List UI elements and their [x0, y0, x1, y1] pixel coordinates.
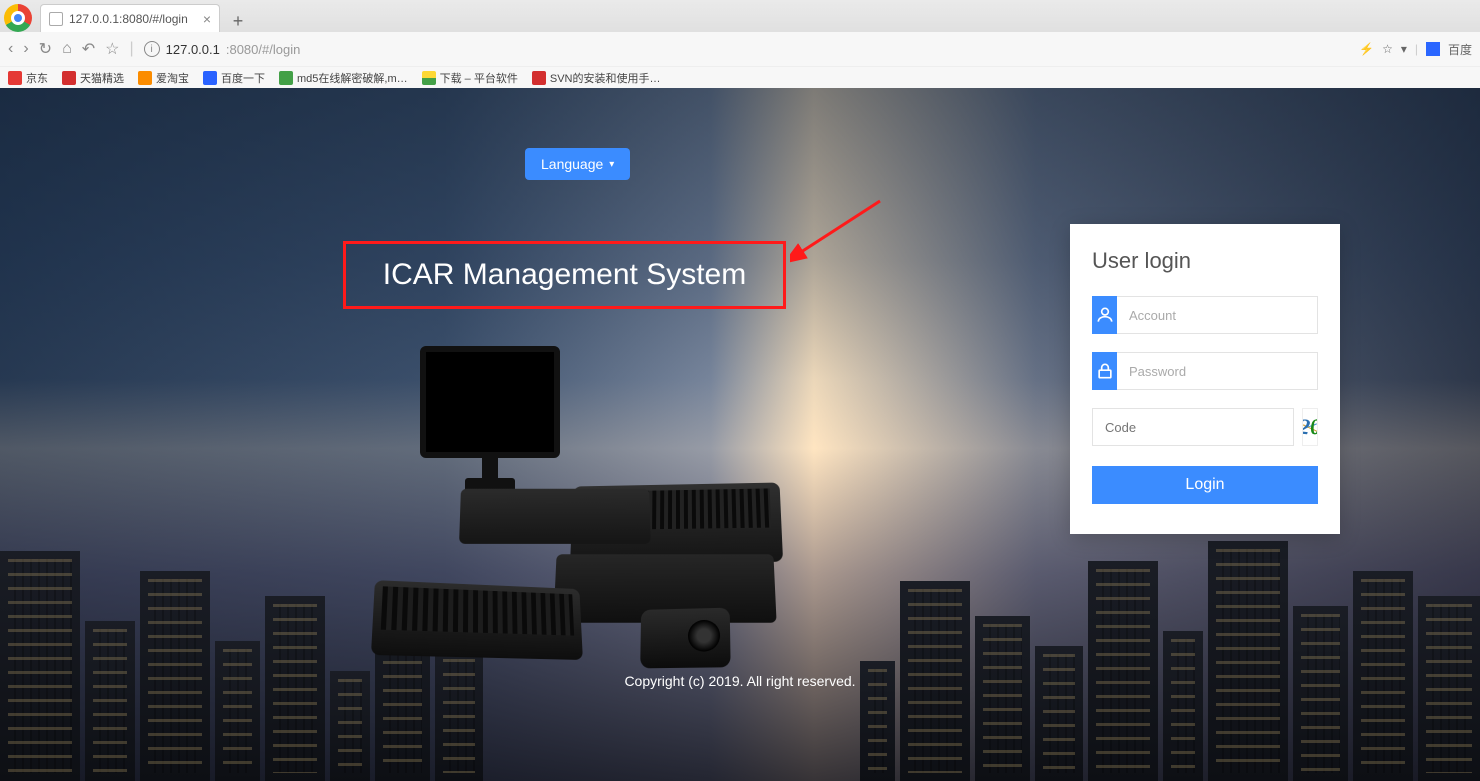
- nav-reload-icon[interactable]: ↻: [39, 39, 52, 59]
- browser-tab[interactable]: 127.0.0.1:8080/#/login ×: [40, 4, 220, 32]
- bookmark-label: 京东: [26, 70, 48, 86]
- toolbar-right: ⚡ ☆ ▾ | 百度: [1359, 41, 1472, 58]
- bookmark-icon: [138, 71, 152, 85]
- bookmark-item[interactable]: SVN的安装和使用手…: [532, 70, 661, 86]
- bookmark-label: md5在线解密破解,m…: [297, 70, 408, 86]
- bookmark-icon: [62, 71, 76, 85]
- bookmark-item[interactable]: 天猫精选: [62, 70, 124, 86]
- address-bar: ‹ › ↻ ⌂ ↶ ☆ | i 127.0.0.1 :8080/#/login ⚡…: [0, 32, 1480, 66]
- site-info-icon[interactable]: i: [144, 41, 160, 57]
- bookmarks-bar: 京东 天猫精选 爱淘宝 百度一下 md5在线解密破解,m… 下载 – 平台软件 SVN的安装…: [0, 66, 1480, 88]
- divider: |: [129, 40, 133, 58]
- annotation-arrow-icon: [790, 196, 890, 266]
- bookmark-icon: [532, 71, 546, 85]
- new-tab-button[interactable]: +: [224, 10, 252, 32]
- bookmark-label: 天猫精选: [80, 70, 124, 86]
- login-card: User login 2 2 0 3: [1070, 224, 1340, 534]
- nav-star-icon[interactable]: ☆: [105, 39, 119, 59]
- login-title: User login: [1092, 248, 1318, 274]
- password-field: [1092, 352, 1318, 390]
- bookmark-icon: [203, 71, 217, 85]
- bookmark-icon: [279, 71, 293, 85]
- bookmark-item[interactable]: 京东: [8, 70, 48, 86]
- nav-undo-icon[interactable]: ↶: [82, 39, 95, 59]
- bookmark-label: 百度一下: [221, 70, 265, 86]
- bookmark-icon: [422, 71, 436, 85]
- dropdown-icon[interactable]: ▾: [1401, 42, 1407, 56]
- page-icon: [49, 12, 63, 26]
- browser-chrome: 127.0.0.1:8080/#/login × + ‹ › ↻ ⌂ ↶ ☆ |…: [0, 0, 1480, 88]
- nav-forward-icon[interactable]: ›: [23, 40, 28, 58]
- bookmark-icon: [8, 71, 22, 85]
- url-path: :8080/#/login: [226, 42, 300, 57]
- bookmark-label: SVN的安装和使用手…: [550, 70, 661, 86]
- chevron-down-icon: ▾: [609, 159, 614, 170]
- lock-icon: [1092, 352, 1117, 390]
- code-input[interactable]: [1092, 408, 1294, 446]
- favorite-icon[interactable]: ☆: [1382, 42, 1393, 56]
- login-button[interactable]: Login: [1092, 466, 1318, 504]
- search-engine-icon[interactable]: [1426, 42, 1440, 56]
- divider: |: [1415, 42, 1418, 56]
- language-label: Language: [541, 156, 603, 172]
- system-title: ICAR Management System: [383, 258, 746, 292]
- nav-home-icon[interactable]: ⌂: [62, 40, 72, 58]
- bookmark-item[interactable]: md5在线解密破解,m…: [279, 70, 408, 86]
- captcha-image[interactable]: 2 2 0 3: [1302, 408, 1318, 446]
- bookmark-label: 下载 – 平台软件: [440, 70, 518, 86]
- bookmark-label: 爱淘宝: [156, 70, 189, 86]
- tab-title: 127.0.0.1:8080/#/login: [69, 12, 188, 26]
- code-row: 2 2 0 3: [1092, 408, 1318, 446]
- bookmark-item[interactable]: 爱淘宝: [138, 70, 189, 86]
- tab-bar: 127.0.0.1:8080/#/login × +: [0, 0, 1480, 32]
- account-field: [1092, 296, 1318, 334]
- tab-close-icon[interactable]: ×: [203, 11, 211, 27]
- product-image: [350, 338, 830, 648]
- bookmark-item[interactable]: 百度一下: [203, 70, 265, 86]
- flash-icon[interactable]: ⚡: [1359, 42, 1374, 56]
- url-display[interactable]: i 127.0.0.1 :8080/#/login: [144, 41, 301, 57]
- bookmark-item[interactable]: 下载 – 平台软件: [422, 70, 518, 86]
- url-host: 127.0.0.1: [166, 42, 220, 57]
- account-input[interactable]: [1117, 296, 1318, 334]
- browser-logo-icon: [4, 4, 32, 32]
- system-title-highlight: ICAR Management System: [343, 241, 786, 309]
- nav-back-icon[interactable]: ‹: [8, 40, 13, 58]
- password-input[interactable]: [1117, 352, 1318, 390]
- search-engine-label[interactable]: 百度: [1448, 41, 1472, 58]
- copyright: Copyright (c) 2019. All right reserved.: [0, 673, 1480, 689]
- login-page: Language ▾ ICAR Management System User l…: [0, 88, 1480, 781]
- user-icon: [1092, 296, 1117, 334]
- language-dropdown[interactable]: Language ▾: [525, 148, 630, 180]
